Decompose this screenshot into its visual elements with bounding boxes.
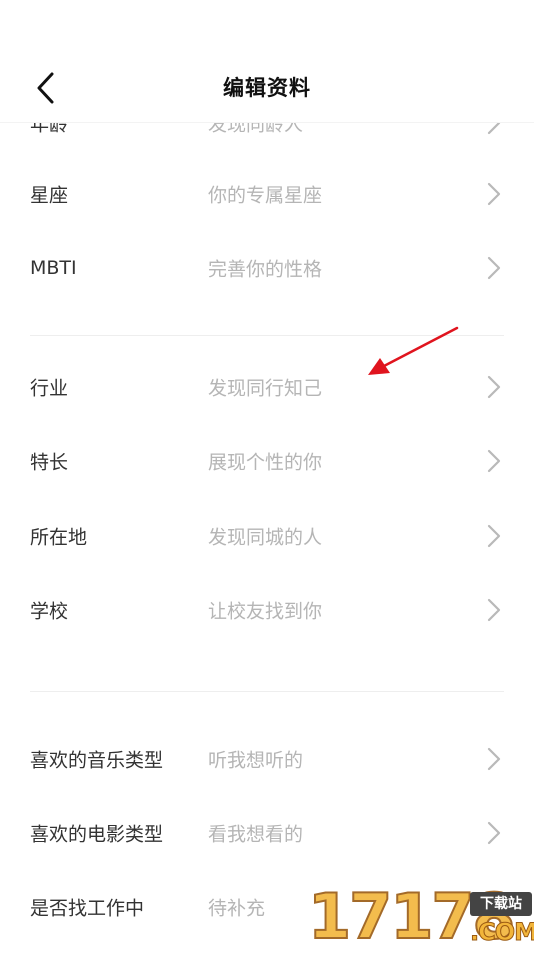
row-value: 你的专属星座 (208, 184, 323, 207)
row-value: 展现个性的你 (208, 451, 323, 474)
row-specialty[interactable]: 特长 展现个性的你 (0, 424, 534, 498)
row-industry[interactable]: 行业 发现同行知己 (0, 350, 534, 424)
row-label: 星座 (30, 184, 69, 207)
row-value: 完善你的性格 (208, 258, 323, 281)
row-value: 听我想听的 (208, 749, 304, 772)
row-label: 学校 (30, 600, 69, 623)
top-navigation-bar: 编辑资料 (0, 0, 534, 123)
chevron-right-icon (487, 895, 501, 919)
row-value: 看我想看的 (208, 823, 304, 846)
row-label: 喜欢的音乐类型 (30, 749, 164, 772)
row-job-seeking[interactable]: 是否找工作中 待补充 (0, 870, 534, 944)
row-label: 是否找工作中 (30, 897, 145, 920)
row-label: MBTI (30, 257, 77, 279)
profile-field-list: 年龄 发现同龄人 星座 你的专属星座 MBTI 完善你的性格 行业 发现同行知己… (0, 0, 534, 950)
chevron-right-icon (487, 449, 501, 473)
page-title: 编辑资料 (223, 76, 311, 100)
section-divider (30, 691, 504, 692)
chevron-right-icon (487, 375, 501, 399)
row-movie-genre[interactable]: 喜欢的电影类型 看我想看的 (0, 796, 534, 870)
row-music-genre[interactable]: 喜欢的音乐类型 听我想听的 (0, 722, 534, 796)
row-constellation[interactable]: 星座 你的专属星座 (0, 157, 534, 231)
row-label: 所在地 (30, 526, 88, 549)
chevron-right-icon (487, 524, 501, 548)
chevron-right-icon (487, 598, 501, 622)
section-divider (30, 335, 504, 336)
row-school[interactable]: 学校 让校友找到你 (0, 573, 534, 647)
chevron-right-icon (487, 256, 501, 280)
chevron-right-icon (487, 747, 501, 771)
row-mbti[interactable]: MBTI 完善你的性格 (0, 231, 534, 305)
row-value: 发现同城的人 (208, 526, 323, 549)
chevron-right-icon (487, 182, 501, 206)
row-value: 让校友找到你 (208, 600, 323, 623)
row-value: 待补充 (208, 897, 266, 920)
chevron-right-icon (487, 821, 501, 845)
row-label: 行业 (30, 377, 69, 400)
row-location[interactable]: 所在地 发现同城的人 (0, 499, 534, 573)
row-value: 发现同行知己 (208, 377, 323, 400)
row-label: 喜欢的电影类型 (30, 823, 164, 846)
row-label: 特长 (30, 451, 69, 474)
